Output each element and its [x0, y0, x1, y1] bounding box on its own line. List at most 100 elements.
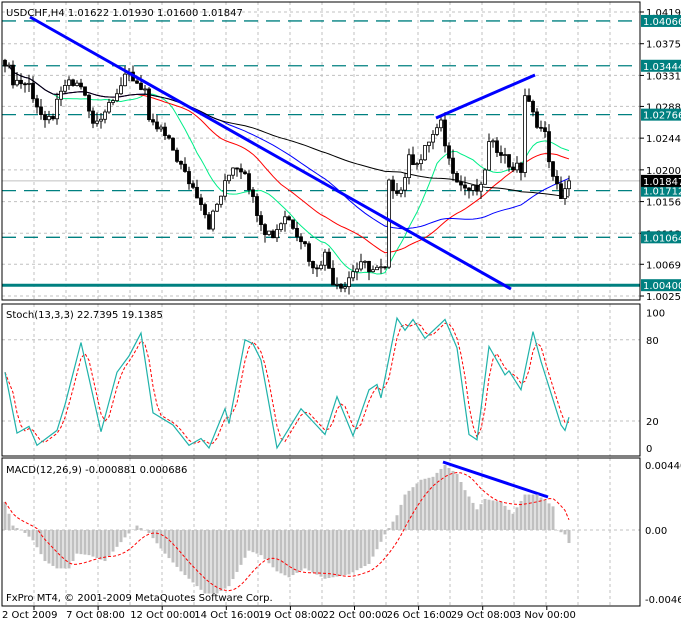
candle: [79, 82, 83, 88]
macd-label: MACD(12,26,9) -0.000881 0.000686: [6, 465, 187, 476]
level-price-label: 1.01712: [643, 187, 681, 198]
candle: [323, 251, 327, 266]
macd-histogram-bar: [103, 530, 107, 562]
macd-histogram-bar: [15, 528, 19, 530]
macd-histogram-bar: [91, 530, 95, 557]
macd-histogram-bar: [27, 530, 31, 537]
macd-histogram-bar: [123, 530, 127, 538]
open-value: 1.01622: [68, 8, 109, 19]
candle: [363, 260, 367, 263]
macd-histogram-bar: [183, 530, 187, 576]
candle: [231, 167, 235, 176]
candle: [503, 154, 507, 156]
macd-histogram-bar: [107, 530, 111, 557]
level-price-label: 1.02766: [643, 111, 681, 122]
candle: [435, 127, 439, 135]
candle: [23, 83, 27, 86]
candle: [39, 106, 43, 116]
candle: [443, 119, 447, 147]
candle: [271, 230, 275, 239]
candle: [15, 79, 19, 86]
candle: [551, 161, 555, 177]
macd-histogram-bar: [119, 530, 123, 543]
candle: [115, 93, 119, 102]
candle: [395, 190, 399, 194]
macd-axis-label: -0.00466: [645, 595, 681, 606]
macd-histogram-bar: [535, 494, 539, 530]
macd-histogram-bar: [499, 501, 503, 530]
candle: [175, 149, 179, 162]
macd-histogram-bar: [467, 496, 471, 530]
macd-histogram-bar: [35, 530, 39, 548]
candle: [439, 119, 443, 129]
macd-histogram-bar: [479, 504, 483, 530]
macd-histogram-bar: [115, 530, 119, 547]
candle: [407, 154, 411, 179]
candle: [95, 120, 99, 124]
candle: [75, 82, 79, 86]
candle: [195, 186, 199, 199]
macd-histogram-bar: [43, 530, 47, 562]
macd-histogram-bar: [71, 530, 75, 562]
macd-histogram-bar: [187, 530, 191, 579]
macd-histogram-bar: [135, 525, 139, 530]
candle: [455, 172, 459, 183]
macd-histogram-bar: [127, 530, 131, 534]
candle: [451, 157, 455, 174]
macd-histogram-bar: [111, 530, 115, 552]
macd-histogram-bar: [423, 478, 427, 530]
stoch-main-line: [4, 316, 570, 450]
macd-histogram-bar: [259, 530, 263, 556]
macd-histogram-bar: [519, 500, 523, 530]
candle: [479, 183, 483, 192]
candle: [379, 266, 383, 269]
time-axis-label: 29 Oct 08:00: [451, 610, 516, 621]
price-axis-label: 1.02440: [646, 134, 681, 145]
macd-histogram-bar: [347, 530, 351, 575]
candle: [235, 167, 239, 170]
macd-histogram-bar: [147, 530, 151, 533]
candle: [147, 88, 151, 121]
stochastic-lines: [4, 316, 570, 450]
macd-axis-label: 0.00440: [645, 461, 681, 472]
time-axis-label: 22 Oct 00:00: [323, 610, 388, 621]
macd-trendline: [442, 460, 549, 499]
candle: [223, 180, 227, 197]
macd-histogram-bar: [531, 494, 535, 530]
candle: [315, 267, 319, 270]
macd-histogram-bar: [19, 530, 23, 531]
candle: [539, 126, 543, 129]
level-price-label: 1.00400: [643, 281, 681, 292]
candle: [355, 268, 359, 273]
macd-histogram-bar: [555, 530, 559, 531]
candle: [311, 261, 315, 269]
candle: [67, 79, 71, 86]
macd-histogram-bar: [235, 530, 239, 572]
macd-histogram-bar: [243, 530, 247, 558]
candle: [179, 160, 183, 165]
macd-histogram-bar: [303, 530, 307, 569]
macd-histogram-bar: [171, 530, 175, 563]
macd-histogram-bar: [567, 530, 571, 544]
time-axis-label: 19 Oct 08:00: [258, 610, 323, 621]
candle: [71, 79, 75, 86]
high-value: 1.01930: [112, 8, 153, 19]
macd-histogram-bar: [179, 530, 183, 572]
copyright-text: FxPro MT4, © 2001-2009 MetaQuotes Softwa…: [6, 593, 273, 604]
candle: [99, 118, 103, 122]
time-axis-label: 3 Nov 00:00: [515, 610, 576, 621]
stoch-axis-label: 0: [646, 444, 652, 455]
chart-canvas[interactable]: 1.041901.037501.033101.028801.024401.020…: [0, 0, 681, 623]
candle: [111, 100, 115, 103]
candle: [219, 195, 223, 205]
macd-histogram-bar: [203, 530, 207, 594]
candle: [51, 116, 55, 120]
macd-histogram-bar: [539, 497, 543, 530]
candle: [471, 184, 475, 191]
macd-histogram-bar: [507, 509, 511, 530]
macd-histogram-bar: [67, 530, 71, 569]
candle: [203, 204, 207, 216]
macd-histogram-bar: [63, 530, 67, 569]
price-axis-label: 1.00690: [646, 260, 681, 271]
candle: [251, 189, 255, 197]
